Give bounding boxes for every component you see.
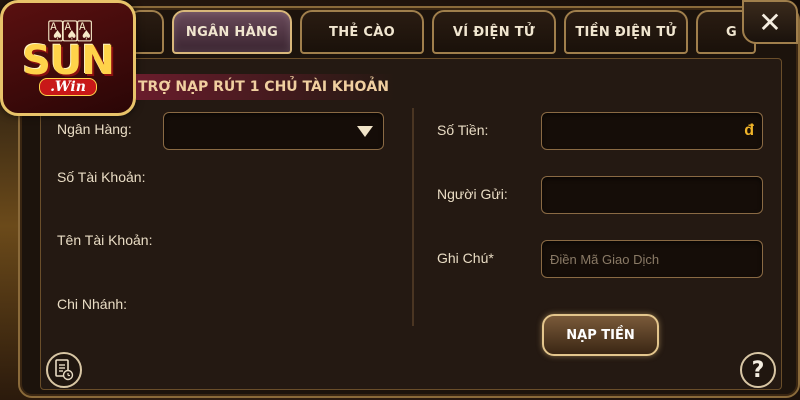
close-button[interactable]: ✕ <box>742 0 798 44</box>
deposit-form-panel <box>40 58 782 390</box>
tab-bank[interactable]: NGÂN HÀNG <box>172 10 292 54</box>
note-placeholder: Điền Mã Giao Dịch <box>550 251 660 267</box>
help-icon: ? <box>751 357 765 383</box>
support-banner: TRỢ NẠP RÚT 1 CHỦ TÀI KHOẢN <box>136 74 395 100</box>
tab-e-wallet[interactable]: VÍ ĐIỆN TỬ <box>432 10 556 54</box>
tab-crypto[interactable]: TIỀN ĐIỆN TỬ <box>564 10 688 54</box>
history-button[interactable] <box>46 352 82 388</box>
note-input[interactable]: Điền Mã Giao Dịch <box>541 240 763 278</box>
bank-select[interactable] <box>163 112 384 150</box>
branch-label: Chi Nhánh: <box>57 296 128 312</box>
account-number-label: Số Tài Khoản: <box>57 169 146 185</box>
sunwin-logo: 🂡🂡🂡 SUN .Win <box>0 0 136 116</box>
currency-symbol: đ <box>744 122 754 139</box>
tab-card[interactable]: THẺ CÀO <box>300 10 424 54</box>
close-icon: ✕ <box>758 5 782 39</box>
sender-input[interactable] <box>541 176 763 214</box>
amount-label: Số Tiền: <box>437 122 489 138</box>
screen: NGÂN HÀNG THẺ CÀO VÍ ĐIỆN TỬ TIỀN ĐIỆN T… <box>0 0 800 400</box>
history-icon <box>55 359 74 381</box>
sender-label: Người Gửi: <box>437 186 508 202</box>
note-label: Ghi Chú* <box>437 250 494 266</box>
amount-input[interactable]: đ <box>541 112 763 150</box>
logo-text: SUN <box>22 37 115 84</box>
deposit-button[interactable]: NẠP TIỀN <box>542 314 659 356</box>
chevron-down-icon <box>357 126 373 137</box>
account-name-label: Tên Tài Khoản: <box>57 232 153 248</box>
help-button[interactable]: ? <box>740 352 776 388</box>
bank-label: Ngân Hàng: <box>57 121 132 137</box>
logo-subtext: .Win <box>39 77 97 96</box>
column-divider <box>412 108 414 326</box>
